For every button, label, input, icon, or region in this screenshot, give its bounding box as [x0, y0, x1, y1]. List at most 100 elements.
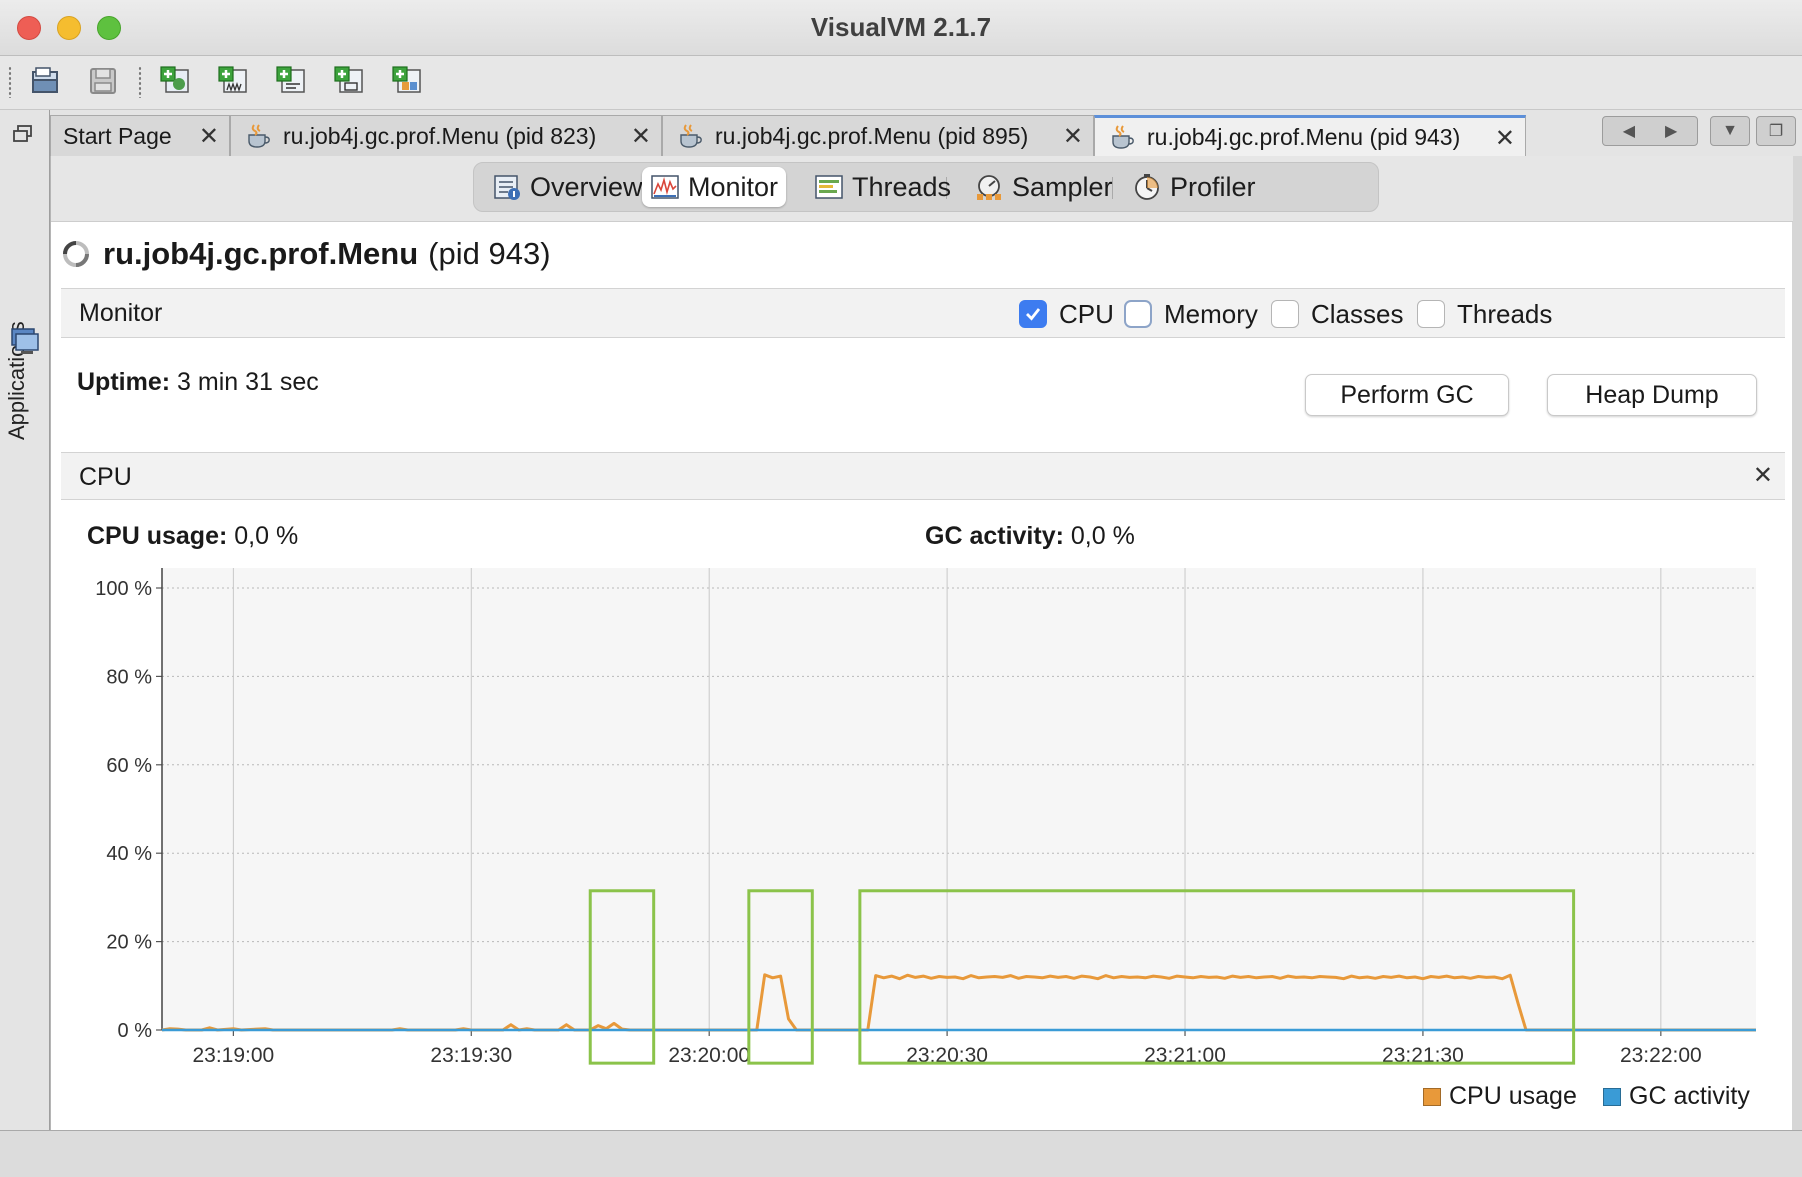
load-heap-dump-button[interactable]: [330, 62, 368, 100]
main-toolbar: [0, 56, 1802, 110]
save-button[interactable]: [84, 62, 122, 100]
scroll-tabs-right-icon[interactable]: ▶: [1665, 121, 1677, 141]
title-bar: VisualVM 2.1.7: [0, 0, 1802, 56]
threads-icon: [815, 175, 843, 199]
tab-label: ru.job4j.gc.prof.Menu (pid 895): [715, 122, 1029, 149]
load-thread-dump-icon: [276, 66, 305, 93]
y-tick-label: 40 %: [106, 843, 152, 865]
tab-process-943[interactable]: ru.job4j.gc.prof.Menu (pid 943) ✕: [1094, 115, 1526, 156]
uptime-label: Uptime:: [77, 368, 171, 396]
tab-process-895[interactable]: ru.job4j.gc.prof.Menu (pid 895) ✕: [662, 115, 1094, 156]
checkbox-box: [1417, 300, 1445, 328]
tab-label: ru.job4j.gc.prof.Menu (pid 823): [283, 122, 597, 149]
gc-activity-value: 0,0 %: [1070, 522, 1135, 550]
cpu-checkbox[interactable]: CPU: [1019, 299, 1114, 329]
heap-dump-button[interactable]: Heap Dump: [1547, 374, 1757, 416]
restore-window-icon[interactable]: [12, 124, 34, 144]
cpu-usage-label: CPU usage:: [87, 522, 228, 550]
add-jmx-connection-button[interactable]: [214, 62, 252, 100]
cpu-checkbox-label: CPU: [1059, 298, 1114, 329]
memory-checkbox-label: Memory: [1164, 298, 1258, 329]
toolbar-separator: [138, 66, 142, 98]
loading-spinner-icon: [63, 241, 89, 267]
tab-label: ru.job4j.gc.prof.Menu (pid 943): [1147, 123, 1461, 150]
open-snapshot-button[interactable]: [26, 62, 64, 100]
legend-label: CPU usage: [1449, 1082, 1577, 1110]
uptime-value: 3 min 31 sec: [177, 368, 319, 396]
y-tick-label: 20 %: [106, 932, 152, 954]
tab-profiler[interactable]: Profiler: [1124, 167, 1264, 207]
load-thread-dump-button[interactable]: [272, 62, 310, 100]
tab-overview-label: Overview: [530, 171, 643, 202]
add-application-button[interactable]: [156, 62, 194, 100]
toolbar-grip[interactable]: [8, 66, 12, 98]
load-profiler-snapshot-button[interactable]: [388, 62, 426, 100]
tab-sampler-label: Sampler: [1012, 171, 1113, 202]
tab-threads[interactable]: Threads: [806, 167, 959, 207]
java-process-icon: [248, 124, 270, 148]
uptime: Uptime: 3 min 31 sec: [77, 368, 319, 397]
overview-icon: [494, 175, 520, 200]
java-process-icon: [680, 124, 702, 148]
legend-gc-activity: GC activity: [1603, 1082, 1750, 1111]
window-title: VisualVM 2.1.7: [810, 12, 992, 42]
close-cpu-panel-icon[interactable]: ✕: [1753, 461, 1773, 490]
load-profiler-snapshot-icon: [392, 66, 421, 93]
checkbox-box: [1124, 300, 1152, 328]
close-tab-icon[interactable]: ✕: [199, 122, 219, 151]
checkbox-box: [1271, 300, 1299, 328]
memory-checkbox[interactable]: Memory: [1124, 299, 1258, 329]
tab-sampler[interactable]: Sampler: [966, 167, 1121, 207]
cpu-chart: 0 % 20 % 40 % 60 % 80 % 100 % 23:19:00 23:19:30…: [95, 568, 1756, 1067]
gc-activity-label: GC activity:: [925, 522, 1064, 550]
add-application-icon: [160, 66, 189, 93]
save-icon: [90, 68, 116, 94]
y-tick-label: 0 %: [118, 1020, 153, 1042]
monitor-section-title: Monitor: [79, 299, 163, 327]
process-name: ru.job4j.gc.prof.Menu: [103, 236, 419, 271]
y-tick-label: 60 %: [106, 755, 152, 777]
tab-monitor-label: Monitor: [688, 171, 779, 202]
classes-checkbox[interactable]: Classes: [1271, 299, 1403, 329]
close-tab-icon[interactable]: ✕: [631, 122, 651, 151]
cpu-usage-value: 0,0 %: [234, 522, 299, 550]
tab-scroll-buttons: ◀ ▶: [1602, 116, 1698, 146]
process-header: ru.job4j.gc.prof.Menu (pid 943): [61, 234, 551, 274]
maximize-window-icon[interactable]: ❐: [1756, 116, 1796, 146]
close-tab-icon[interactable]: ✕: [1063, 122, 1083, 151]
tab-monitor[interactable]: Monitor: [642, 167, 787, 207]
tab-start-page[interactable]: Start Page ✕: [50, 115, 230, 156]
tab-threads-label: Threads: [852, 171, 952, 202]
legend-label: GC activity: [1629, 1082, 1750, 1110]
legend-swatch: [1423, 1087, 1441, 1106]
close-tab-icon[interactable]: ✕: [1495, 124, 1515, 153]
tab-label: Start Page: [63, 122, 172, 149]
classes-checkbox-label: Classes: [1311, 298, 1404, 329]
tab-overview[interactable]: Overview: [484, 167, 651, 207]
side-panel-strip: Applications: [0, 110, 50, 1130]
tab-process-823[interactable]: ru.job4j.gc.prof.Menu (pid 823) ✕: [230, 115, 662, 156]
plot-background: [162, 568, 1756, 1030]
y-tick-label: 100 %: [95, 578, 152, 600]
legend-cpu-usage: CPU usage: [1423, 1082, 1577, 1111]
view-tabs-bar: Overview Monitor Threads Sampler Profile…: [51, 156, 1793, 222]
perform-gc-button[interactable]: Perform GC: [1305, 374, 1509, 416]
java-process-icon: [1112, 125, 1134, 149]
gc-activity-stat: GC activity: 0,0 %: [925, 522, 1135, 551]
cpu-section-header: CPU ✕: [61, 452, 1785, 500]
tab-profiler-label: Profiler: [1170, 171, 1256, 202]
checkmark-icon: [1019, 300, 1047, 328]
threads-checkbox[interactable]: Threads: [1417, 299, 1552, 329]
profiler-icon: [1135, 174, 1159, 200]
monitor-section-header: Monitor CPU Memory Classes Threads: [61, 288, 1785, 338]
open-snapshot-icon: [32, 67, 58, 93]
document-tabs: Start Page ✕ ru.job4j.gc.prof.Menu (pid …: [50, 110, 1802, 156]
x-tick-label: 23:22:00: [1620, 1044, 1702, 1067]
y-tick-label: 80 %: [106, 666, 152, 688]
process-view: Overview Monitor Threads Sampler Profile…: [50, 156, 1793, 1130]
scroll-tabs-left-icon[interactable]: ◀: [1623, 121, 1635, 141]
threads-checkbox-label: Threads: [1457, 298, 1553, 329]
computer-icon: [11, 328, 39, 354]
tab-list-dropdown-icon[interactable]: ▼: [1710, 116, 1750, 146]
status-bar: [0, 1130, 1802, 1177]
